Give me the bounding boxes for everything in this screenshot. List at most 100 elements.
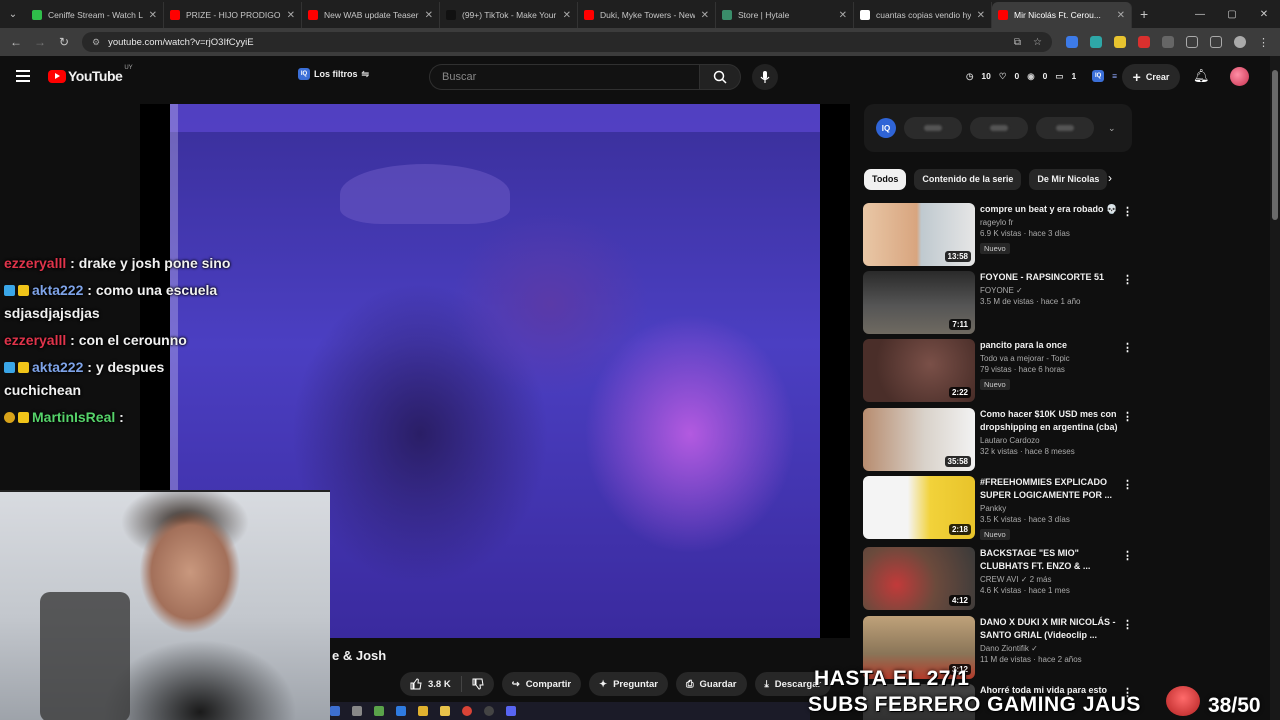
address-bar[interactable]: ⚙ youtube.com/watch?v=rjO3IfCyyiE ⧉ ☆ — [82, 32, 1052, 52]
list-icon[interactable]: ≡ — [1112, 71, 1117, 81]
discord-icon[interactable] — [506, 706, 516, 716]
youtube-logo[interactable]: YouTube UY — [48, 65, 133, 84]
reload-icon[interactable]: ↻ — [52, 35, 76, 49]
browser-tab[interactable]: cuantas copias vendio hy... ✕ — [854, 2, 992, 28]
ask-button[interactable]: ✦ Preguntar — [589, 672, 668, 696]
browser-tab[interactable]: Ceniffe Stream - Watch Li... ✕ — [26, 2, 164, 28]
maximize-icon[interactable]: ▢ — [1216, 9, 1248, 20]
taskbar-app-icon[interactable] — [440, 706, 450, 716]
profile-avatar-icon[interactable] — [1234, 36, 1246, 48]
taskbar-app-icon[interactable] — [396, 706, 406, 716]
like-button[interactable]: 3.8 K — [400, 678, 461, 690]
iq-pill[interactable] — [904, 117, 962, 139]
video-title[interactable]: Como hacer $10K USD mes con dropshipping… — [980, 408, 1118, 434]
channel-name[interactable]: Dano Ziontifik ✓ — [980, 644, 1118, 653]
tab-close-icon[interactable]: ✕ — [563, 10, 571, 21]
minimize-icon[interactable]: — — [1184, 9, 1216, 20]
taskbar-app-icon[interactable] — [418, 706, 428, 716]
tab-close-icon[interactable]: ✕ — [839, 10, 847, 21]
filter-chip[interactable]: De Mir Nicolas — [1029, 168, 1108, 190]
install-app-icon[interactable]: ⧉ — [1014, 37, 1021, 48]
video-thumbnail[interactable]: 7:11 — [863, 271, 975, 334]
close-window-icon[interactable]: ✕ — [1248, 9, 1280, 20]
video-thumbnail[interactable]: 4:12 — [863, 547, 975, 610]
channel-name[interactable]: Pankky — [980, 504, 1118, 513]
recommended-video[interactable]: 13:58 compre un beat y era robado 💀 rageyl… — [863, 203, 1133, 267]
search-button[interactable] — [699, 64, 741, 90]
account-avatar[interactable] — [1230, 67, 1249, 86]
video-title[interactable]: #FREEHOMMIES EXPLICADO SUPER LOGICAMENTE… — [980, 476, 1118, 502]
more-options-icon[interactable]: ⋮ — [1122, 341, 1133, 354]
channel-name[interactable]: rageylo fr — [980, 218, 1118, 227]
more-options-icon[interactable]: ⋮ — [1122, 549, 1133, 562]
create-button[interactable]: + Crear — [1122, 64, 1180, 90]
video-thumbnail[interactable]: 2:22 — [863, 339, 975, 402]
new-tab-button[interactable]: + — [1140, 6, 1148, 22]
filters-button[interactable]: IQ Los filtros ⇋ — [298, 68, 369, 80]
tab-close-icon[interactable]: ✕ — [149, 10, 157, 21]
more-options-icon[interactable]: ⋮ — [1122, 205, 1133, 218]
recommended-video[interactable]: 4:12 BACKSTAGE "ES MIO" CLUBHATS FT. ENZO… — [863, 547, 1133, 611]
browser-tab[interactable]: PRIZE - HIJO PRODIGO (L... ✕ — [164, 2, 302, 28]
channel-name[interactable]: CREW AVI ✓ 2 más — [980, 575, 1118, 584]
iq-pill[interactable] — [970, 117, 1028, 139]
save-button[interactable]: ⎙ Guardar — [675, 672, 747, 696]
video-title[interactable]: BACKSTAGE "ES MIO" CLUBHATS FT. ENZO & .… — [980, 547, 1118, 573]
download-icon[interactable] — [1186, 36, 1198, 48]
browser-tab[interactable]: Duki, Myke Towers - New... ✕ — [578, 2, 716, 28]
taskbar-app-icon[interactable] — [330, 706, 340, 716]
forward-icon[interactable]: → — [28, 35, 52, 49]
chrome-icon[interactable] — [462, 706, 472, 716]
recommended-video[interactable]: 35:58 Como hacer $10K USD mes con dropshi… — [863, 408, 1133, 472]
site-info-icon[interactable]: ⚙ — [92, 37, 100, 48]
tab-close-icon[interactable]: ✕ — [425, 10, 433, 21]
extension-icon[interactable] — [1066, 36, 1078, 48]
chevron-down-icon[interactable]: ⌄ — [1108, 123, 1116, 134]
tab-close-icon[interactable]: ✕ — [1117, 10, 1125, 21]
browser-tab[interactable]: (99+) TikTok - Make Your D... ✕ — [440, 2, 578, 28]
recommended-video[interactable]: 2:18 #FREEHOMMIES EXPLICADO SUPER LOGICAM… — [863, 476, 1133, 540]
video-thumbnail[interactable]: 13:58 — [863, 203, 975, 266]
chevron-right-icon[interactable]: › — [1108, 171, 1112, 185]
video-thumbnail[interactable]: 35:58 — [863, 408, 975, 471]
more-options-icon[interactable]: ⋮ — [1122, 478, 1133, 491]
hamburger-menu-icon[interactable] — [16, 70, 30, 82]
bookmark-star-icon[interactable]: ☆ — [1033, 37, 1042, 48]
more-options-icon[interactable]: ⋮ — [1122, 410, 1133, 423]
browser-tab[interactable]: Store | Hytale ✕ — [716, 2, 854, 28]
recommended-video[interactable]: 2:22 pancito para la once Todo va a mejora… — [863, 339, 1133, 403]
browser-tab[interactable]: New WAB update Teaser ✕ — [302, 2, 440, 28]
extension-icon[interactable] — [1090, 36, 1102, 48]
tab-close-icon[interactable]: ✕ — [287, 10, 295, 21]
tab-close-icon[interactable]: ✕ — [701, 10, 709, 21]
extension-icon[interactable] — [1114, 36, 1126, 48]
voice-search-button[interactable] — [752, 64, 778, 90]
video-thumbnail[interactable]: 2:18 — [863, 476, 975, 539]
video-title[interactable]: compre un beat y era robado 💀 — [980, 203, 1118, 216]
media-control-icon[interactable] — [1210, 36, 1222, 48]
taskbar-app-icon[interactable] — [374, 706, 384, 716]
adblock-icon[interactable] — [1138, 36, 1150, 48]
more-options-icon[interactable]: ⋮ — [1122, 273, 1133, 286]
channel-name[interactable]: Lautaro Cardozo — [980, 436, 1118, 445]
iq-pill[interactable] — [1036, 117, 1094, 139]
back-icon[interactable]: ← — [4, 35, 28, 49]
iq-extension-icon[interactable]: IQ — [1092, 70, 1105, 82]
tab-close-icon[interactable]: ✕ — [977, 10, 985, 21]
dislike-button[interactable] — [462, 678, 494, 690]
browser-tab[interactable]: Mir Nicolás Ft. Cerou... ✕ — [992, 2, 1132, 28]
extensions-puzzle-icon[interactable] — [1162, 36, 1174, 48]
channel-name[interactable]: FOYONE ✓ — [980, 286, 1118, 295]
filter-chip[interactable]: Contenido de la serie — [914, 168, 1022, 190]
taskbar-app-icon[interactable] — [352, 706, 362, 716]
notifications-bell-icon[interactable]: 🔔︎ — [1193, 68, 1210, 84]
recommended-video[interactable]: 7:11 FOYONE - RAPSINCORTE 51 FOYONE ✓ 3.5 M… — [863, 271, 1133, 335]
search-input[interactable]: Buscar — [429, 64, 699, 90]
share-button[interactable]: ↪ Compartir — [501, 672, 582, 696]
more-options-icon[interactable]: ⋮ — [1122, 618, 1133, 631]
video-title[interactable]: FOYONE - RAPSINCORTE 51 — [980, 271, 1118, 284]
iq-logo-icon[interactable]: IQ — [876, 118, 896, 138]
video-title[interactable]: pancito para la once — [980, 339, 1118, 352]
page-scrollbar[interactable] — [1270, 56, 1280, 720]
video-title[interactable]: DANO X DUKI X MIR NICOLÁS - SANTO GRIAL … — [980, 616, 1118, 642]
